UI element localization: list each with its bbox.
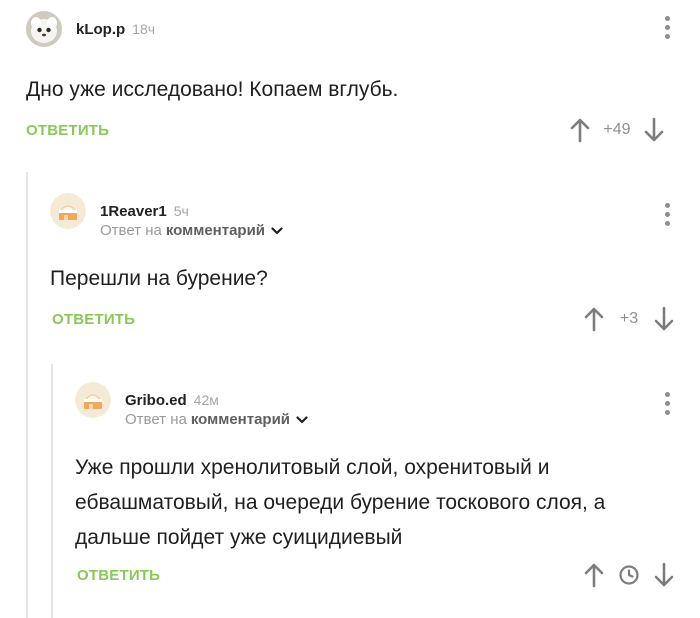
cake-avatar-icon	[75, 382, 111, 418]
reply-to-prefix: Ответ на	[125, 411, 187, 428]
user-avatar[interactable]	[75, 382, 111, 418]
timestamp: 5ч	[173, 203, 189, 219]
vote-controls: +49	[570, 117, 664, 143]
cake-avatar-icon	[50, 193, 86, 229]
downvote-arrow-icon[interactable]	[654, 562, 674, 588]
fluffy-animal-avatar-icon	[26, 11, 62, 47]
more-options-icon[interactable]	[664, 392, 670, 415]
comment-text: Перешли на бурение?	[50, 267, 268, 290]
reply-to-prefix: Ответ на	[100, 222, 162, 239]
reply-button[interactable]: ОТВЕТИТЬ	[77, 567, 160, 584]
user-avatar[interactable]	[26, 11, 62, 47]
thread-line-level-1	[26, 172, 28, 618]
rating-score: +49	[603, 121, 631, 138]
chevron-down-icon	[271, 226, 283, 234]
more-options-icon[interactable]	[664, 16, 670, 39]
reply-to-link[interactable]: Ответ на комментарий	[100, 222, 283, 239]
reply-to-link[interactable]: Ответ на комментарий	[125, 411, 308, 428]
rating-score: +3	[619, 310, 639, 327]
downvote-arrow-icon[interactable]	[644, 117, 664, 143]
timestamp: 42м	[193, 392, 219, 408]
username[interactable]: Gribo.ed	[125, 392, 187, 409]
comment-text: Дно уже исследовано! Копаем вглубь.	[26, 78, 399, 101]
thread-line-level-2	[51, 364, 53, 618]
reply-to-target: комментарий	[165, 222, 266, 239]
upvote-arrow-icon[interactable]	[584, 562, 604, 588]
comment-text: Уже прошли хренолитовый слой, охренитовы…	[75, 456, 606, 549]
vote-controls	[584, 562, 674, 588]
user-avatar[interactable]	[50, 193, 86, 229]
username[interactable]: 1Reaver1	[100, 203, 167, 220]
timestamp: 18ч	[132, 21, 156, 37]
reply-button[interactable]: ОТВЕТИТЬ	[26, 122, 109, 139]
upvote-arrow-icon[interactable]	[584, 306, 604, 332]
reply-to-target: комментарий	[190, 411, 291, 428]
upvote-arrow-icon[interactable]	[570, 117, 590, 143]
clock-icon	[619, 565, 639, 585]
vote-controls: +3	[584, 306, 674, 332]
reply-button[interactable]: ОТВЕТИТЬ	[52, 311, 135, 328]
username[interactable]: kLop.p	[76, 21, 125, 38]
chevron-down-icon	[296, 415, 308, 423]
more-options-icon[interactable]	[664, 203, 670, 226]
downvote-arrow-icon[interactable]	[654, 306, 674, 332]
rating-hidden	[604, 564, 654, 586]
comment-header: kLop.p 18ч	[26, 11, 155, 47]
